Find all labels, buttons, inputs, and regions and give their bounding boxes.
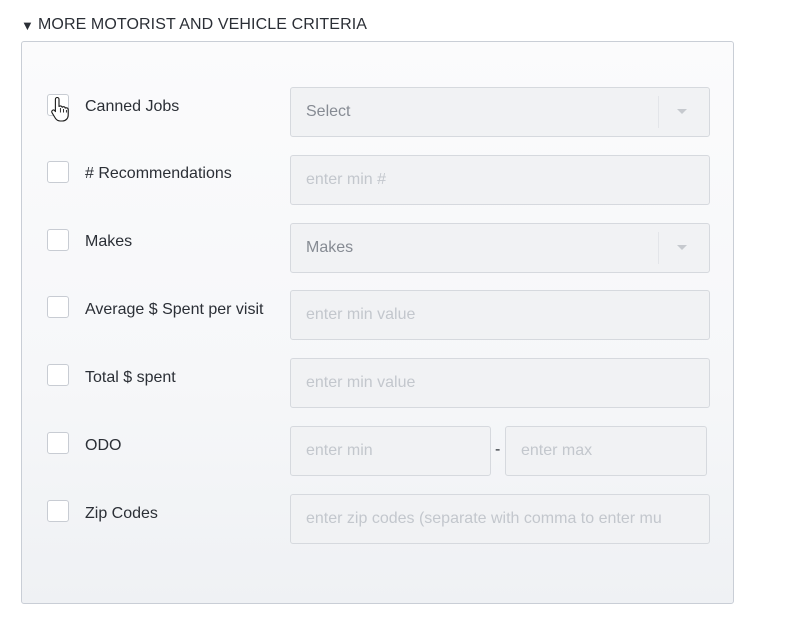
odo-min-input[interactable] [290, 426, 491, 476]
recommendations-min-input[interactable] [290, 155, 710, 205]
makes-label: Makes [85, 233, 133, 250]
chevron-down-icon [677, 245, 687, 250]
avg-spent-min-input[interactable] [290, 290, 710, 340]
section-toggle[interactable]: ▼ MORE MOTORIST AND VEHICLE CRITERIA [21, 15, 367, 35]
canned-jobs-label: Canned Jobs [85, 98, 180, 115]
zip-codes-label: Zip Codes [85, 505, 158, 522]
odo-label: ODO [85, 437, 122, 454]
zip-codes-checkbox[interactable] [47, 500, 69, 522]
total-spent-checkbox[interactable] [47, 364, 69, 386]
canned-jobs-select-value: Select [306, 103, 351, 120]
chevron-down-icon [677, 109, 687, 114]
section-title: MORE MOTORIST AND VEHICLE CRITERIA [37, 16, 368, 33]
avg-spent-label: Average $ Spent per visit [85, 301, 264, 318]
makes-checkbox[interactable] [47, 229, 69, 251]
makes-select-value: Makes [306, 239, 354, 256]
total-spent-label: Total $ spent [85, 369, 176, 386]
criteria-panel: Canned Jobs Select # Recommendations Mak… [21, 41, 734, 604]
total-spent-min-input[interactable] [290, 358, 710, 408]
odo-max-input[interactable] [505, 426, 707, 476]
recommendations-checkbox[interactable] [47, 161, 69, 183]
odo-range-separator: - [495, 441, 501, 458]
collapse-triangle-icon: ▼ [21, 17, 34, 33]
select-divider [658, 232, 659, 264]
zip-codes-input[interactable] [290, 494, 710, 544]
odo-checkbox[interactable] [47, 432, 69, 454]
select-divider [658, 96, 659, 128]
canned-jobs-checkbox[interactable] [47, 94, 69, 116]
recommendations-label: # Recommendations [85, 165, 232, 182]
canned-jobs-select[interactable]: Select [290, 87, 710, 137]
makes-select[interactable]: Makes [290, 223, 710, 273]
avg-spent-checkbox[interactable] [47, 296, 69, 318]
